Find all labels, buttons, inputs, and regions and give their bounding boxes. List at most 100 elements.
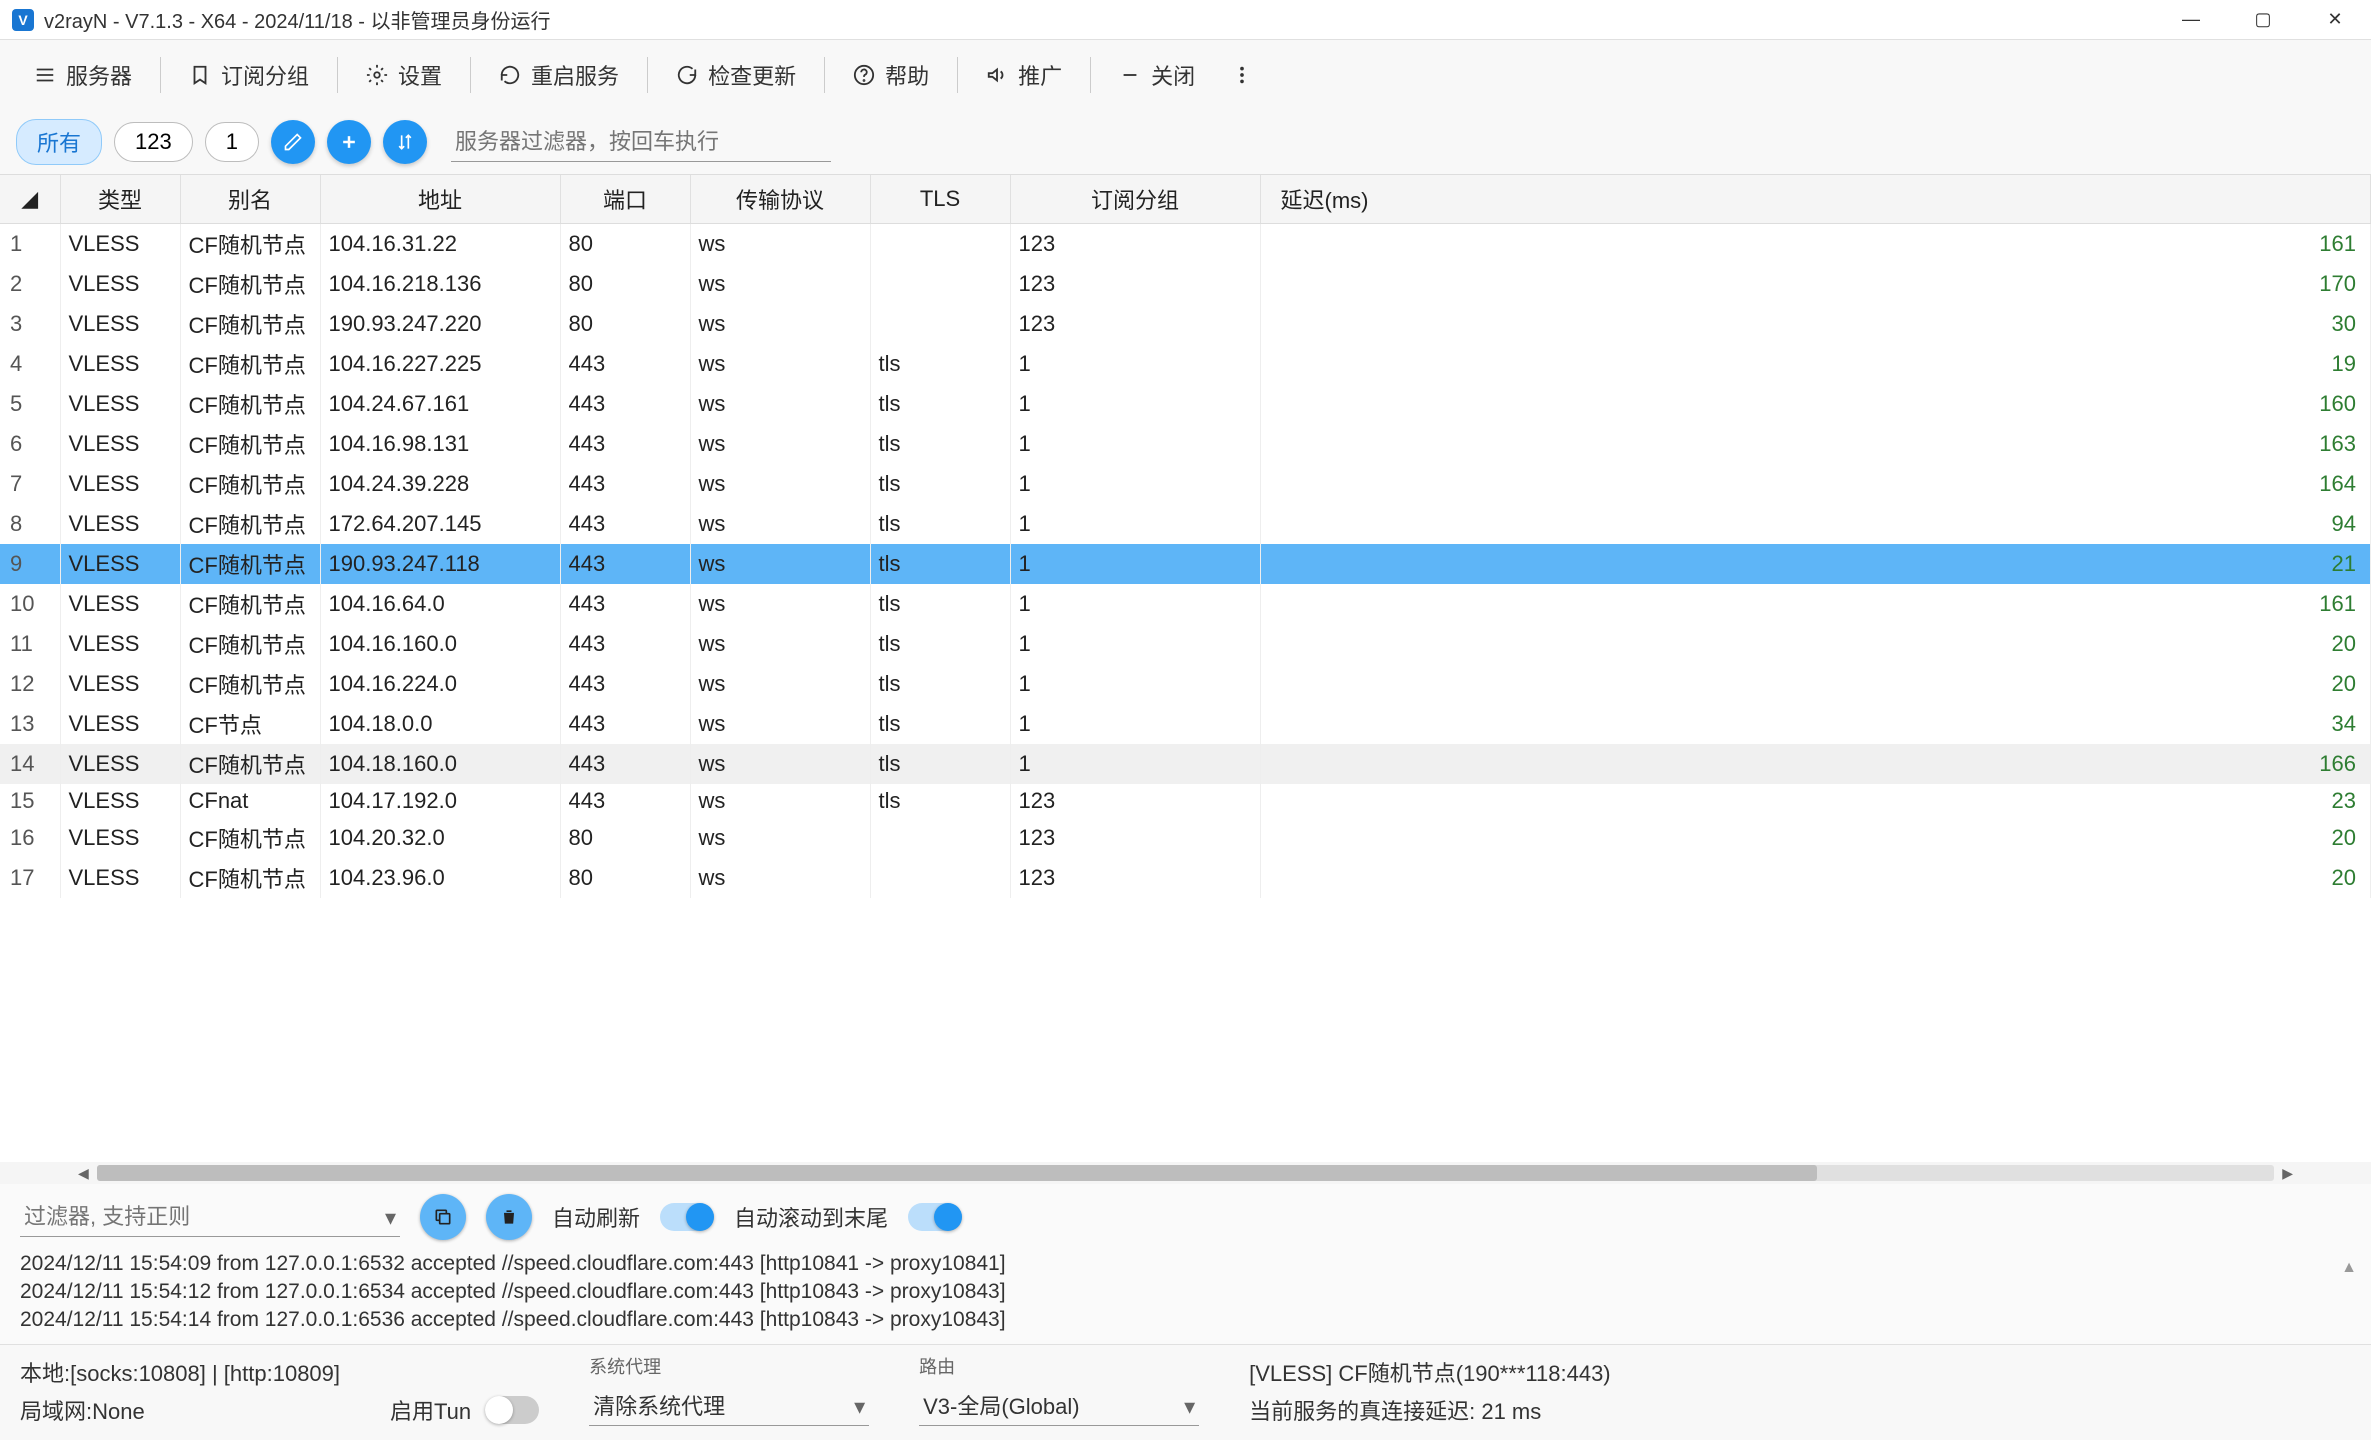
cell-alias: CF随机节点 [180, 384, 320, 424]
update-button[interactable]: 检查更新 [662, 51, 810, 99]
table-row[interactable]: 5VLESSCF随机节点104.24.67.161443wstls1160 [0, 384, 2371, 424]
tun-toggle[interactable] [485, 1396, 539, 1424]
cell-tls: tls [870, 504, 1010, 544]
table-row[interactable]: 4VLESSCF随机节点104.16.227.225443wstls119 [0, 344, 2371, 384]
server-filter-input[interactable] [451, 123, 831, 162]
cell-idx: 7 [0, 464, 60, 504]
table-row[interactable]: 14VLESSCF随机节点104.18.160.0443wstls1166 [0, 744, 2371, 784]
cell-alias: CF随机节点 [180, 464, 320, 504]
cell-type: VLESS [60, 544, 180, 584]
cell-tls: tls [870, 704, 1010, 744]
filter-toolbar: 所有 123 1 [0, 110, 2371, 174]
cell-tls [870, 264, 1010, 304]
cell-alias: CF随机节点 [180, 818, 320, 858]
table-row[interactable]: 9VLESSCF随机节点190.93.247.118443wstls121 [0, 544, 2371, 584]
col-corner[interactable]: ◢ [0, 175, 60, 224]
cell-type: VLESS [60, 858, 180, 898]
cell-lat: 170 [1260, 264, 2371, 304]
edit-button[interactable] [271, 120, 315, 164]
sysproxy-select[interactable]: 清除系统代理 [589, 1385, 869, 1426]
cell-sub: 1 [1010, 664, 1260, 704]
cell-alias: CF随机节点 [180, 584, 320, 624]
cell-lat: 160 [1260, 384, 2371, 424]
cell-addr: 104.20.32.0 [320, 818, 560, 858]
col-tls[interactable]: TLS [870, 175, 1010, 224]
cell-trans: ws [690, 664, 870, 704]
table-row[interactable]: 2VLESSCF随机节点104.16.218.13680ws123170 [0, 264, 2371, 304]
log-filter-input[interactable] [20, 1198, 400, 1237]
col-port[interactable]: 端口 [560, 175, 690, 224]
cell-sub: 123 [1010, 858, 1260, 898]
col-latency[interactable]: 延迟(ms) [1260, 175, 2371, 224]
scroll-top-icon[interactable]: ▲ [2341, 1254, 2357, 1282]
settings-menu[interactable]: 设置 [352, 51, 456, 99]
cell-trans: ws [690, 858, 870, 898]
filter-chip-123[interactable]: 123 [114, 122, 193, 162]
add-button[interactable] [327, 120, 371, 164]
cell-trans: ws [690, 224, 870, 265]
auto-scroll-toggle[interactable] [908, 1203, 962, 1231]
h-scrollbar[interactable]: ◀ ▶ [0, 1162, 2371, 1184]
cell-lat: 94 [1260, 504, 2371, 544]
cell-trans: ws [690, 384, 870, 424]
auto-refresh-toggle[interactable] [660, 1203, 714, 1231]
log-line: 2024/12/11 15:54:09 from 127.0.0.1:6532 … [20, 1250, 2351, 1278]
table-row[interactable]: 7VLESSCF随机节点104.24.39.228443wstls1164 [0, 464, 2371, 504]
scroll-right-icon[interactable]: ▶ [2274, 1165, 2301, 1182]
servers-menu[interactable]: 服务器 [20, 51, 146, 99]
table-row[interactable]: 3VLESSCF随机节点190.93.247.22080ws12330 [0, 304, 2371, 344]
cell-idx: 5 [0, 384, 60, 424]
cell-type: VLESS [60, 624, 180, 664]
close-button[interactable]: 关闭 [1105, 51, 1209, 99]
minimize-button[interactable]: — [2167, 4, 2215, 36]
col-sub[interactable]: 订阅分组 [1010, 175, 1260, 224]
cell-addr: 104.24.67.161 [320, 384, 560, 424]
col-trans[interactable]: 传输协议 [690, 175, 870, 224]
restart-button[interactable]: 重启服务 [485, 51, 633, 99]
scroll-track[interactable] [97, 1165, 2274, 1181]
table-row[interactable]: 11VLESSCF随机节点104.16.160.0443wstls120 [0, 624, 2371, 664]
cell-sub: 1 [1010, 544, 1260, 584]
col-type[interactable]: 类型 [60, 175, 180, 224]
cell-tls: tls [870, 464, 1010, 504]
sort-button[interactable] [383, 120, 427, 164]
table-row[interactable]: 17VLESSCF随机节点104.23.96.080ws12320 [0, 858, 2371, 898]
col-addr[interactable]: 地址 [320, 175, 560, 224]
help-menu[interactable]: 帮助 [839, 51, 943, 99]
subscriptions-label: 订阅分组 [221, 59, 309, 91]
cell-idx: 3 [0, 304, 60, 344]
cell-alias: CF随机节点 [180, 264, 320, 304]
cell-lat: 20 [1260, 664, 2371, 704]
cell-port: 443 [560, 704, 690, 744]
copy-log-button[interactable] [420, 1194, 466, 1240]
cell-addr: 104.16.224.0 [320, 664, 560, 704]
close-label: 关闭 [1151, 59, 1195, 91]
filter-chip-1[interactable]: 1 [205, 122, 259, 162]
clear-log-button[interactable] [486, 1194, 532, 1240]
route-select[interactable]: V3-全局(Global) [919, 1385, 1199, 1426]
more-menu[interactable] [1217, 56, 1267, 94]
table-row[interactable]: 8VLESSCF随机节点172.64.207.145443wstls194 [0, 504, 2371, 544]
table-row[interactable]: 10VLESSCF随机节点104.16.64.0443wstls1161 [0, 584, 2371, 624]
cell-idx: 10 [0, 584, 60, 624]
table-row[interactable]: 15VLESSCFnat104.17.192.0443wstls12323 [0, 784, 2371, 818]
bookmark-icon [189, 64, 211, 86]
table-row[interactable]: 13VLESSCF节点104.18.0.0443wstls134 [0, 704, 2371, 744]
filter-chip-all[interactable]: 所有 [16, 119, 102, 165]
promo-menu[interactable]: 推广 [972, 51, 1076, 99]
cell-sub: 1 [1010, 384, 1260, 424]
scroll-left-icon[interactable]: ◀ [70, 1165, 97, 1182]
local-ports: 本地:[socks:10808] | [http:10809] [20, 1356, 340, 1388]
cell-lat: 34 [1260, 704, 2371, 744]
cell-port: 443 [560, 784, 690, 818]
cell-tls [870, 304, 1010, 344]
maximize-button[interactable]: ▢ [2239, 4, 2287, 36]
table-row[interactable]: 16VLESSCF随机节点104.20.32.080ws12320 [0, 818, 2371, 858]
close-window-button[interactable]: ✕ [2311, 4, 2359, 36]
scroll-thumb[interactable] [97, 1165, 1817, 1181]
col-alias[interactable]: 别名 [180, 175, 320, 224]
table-row[interactable]: 12VLESSCF随机节点104.16.224.0443wstls120 [0, 664, 2371, 704]
table-row[interactable]: 1VLESSCF随机节点104.16.31.2280ws123161 [0, 224, 2371, 265]
table-row[interactable]: 6VLESSCF随机节点104.16.98.131443wstls1163 [0, 424, 2371, 464]
subscriptions-menu[interactable]: 订阅分组 [175, 51, 323, 99]
